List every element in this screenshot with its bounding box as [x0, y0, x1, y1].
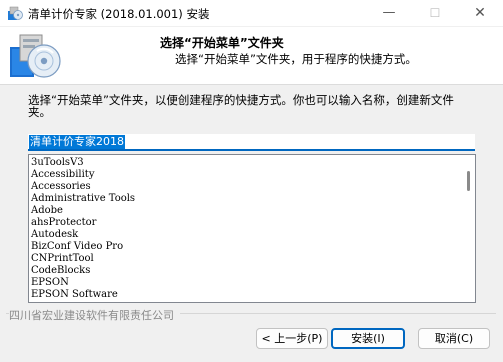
folder-list-item[interactable]: Accessibility — [31, 169, 135, 181]
instruction-text: 选择“开始菜单”文件夹，以便创建程序的快捷方式。你也可以输入名称，创建新文件夹。 — [28, 93, 454, 119]
brand-text: 四川省宏业建设软件有限责任公司 — [9, 307, 180, 323]
list-scrollbar[interactable] — [467, 171, 470, 191]
back-button[interactable]: < 上一步(P) — [256, 328, 328, 349]
maximize-button: ☐ — [429, 6, 441, 20]
folder-list-item[interactable]: EPSON — [31, 277, 135, 289]
installer-app-icon — [8, 6, 23, 20]
folder-list-item[interactable]: Accessories — [31, 181, 135, 193]
start-menu-folder-list[interactable]: 3uToolsV3 Accessibility Accessories Adminis… — [28, 154, 476, 303]
folder-list-item[interactable]: Administrative Tools — [31, 193, 135, 205]
header-subtitle: 选择“开始菜单”文件夹，用于程序的快捷方式。 — [175, 52, 417, 66]
folder-list-item[interactable]: EPSON Software — [31, 289, 135, 301]
folder-list-item[interactable]: Adobe — [31, 205, 135, 217]
minimize-button[interactable]: — — [366, 0, 412, 26]
window-title: 清单计价专家 (2018.01.001) 安装 — [28, 7, 210, 21]
folder-list-item[interactable]: BizConf Video Pro — [31, 241, 135, 253]
folder-list-item[interactable]: CNPrintTool — [31, 253, 135, 265]
close-button[interactable]: ✕ — [457, 0, 503, 26]
folder-input-value[interactable]: 清单计价专家2018 — [29, 135, 125, 149]
title-bar: 清单计价专家 (2018.01.001) 安装 — ☐ ✕ — [0, 0, 503, 27]
wizard-header: 选择“开始菜单”文件夹 选择“开始菜单”文件夹，用于程序的快捷方式。 — [0, 27, 503, 85]
install-button[interactable]: 安装(I) — [331, 328, 405, 349]
header-title: 选择“开始菜单”文件夹 — [160, 36, 284, 50]
folder-list-item[interactable]: Autodesk — [31, 229, 135, 241]
folder-list-item[interactable]: 3uToolsV3 — [31, 157, 135, 169]
installer-logo-icon — [10, 34, 61, 78]
folder-list-item[interactable]: CodeBlocks — [31, 265, 135, 277]
folder-list-item[interactable]: ahsProtector — [31, 217, 135, 229]
start-menu-folder-input[interactable]: 清单计价专家2018 — [28, 134, 475, 151]
cancel-button[interactable]: 取消(C) — [418, 328, 490, 349]
folder-list-items: 3uToolsV3 Accessibility Accessories Adminis… — [31, 157, 135, 301]
